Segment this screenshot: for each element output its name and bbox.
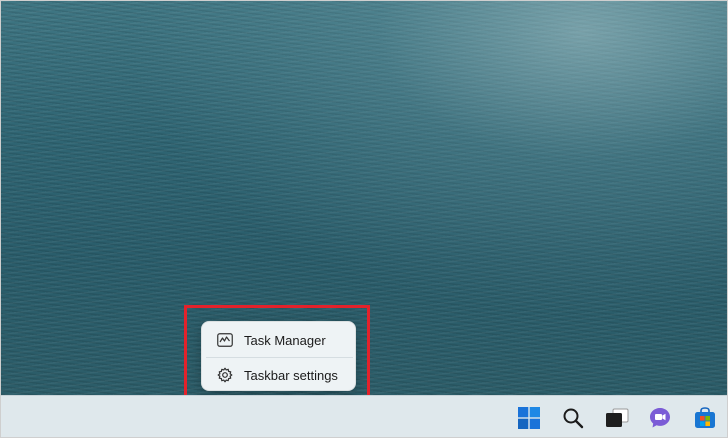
menu-divider: [206, 357, 353, 358]
task-view-icon[interactable]: [601, 402, 633, 434]
taskbar[interactable]: [1, 395, 727, 437]
task-manager-icon: [216, 331, 234, 349]
gear-icon: [216, 366, 234, 384]
taskbar-settings-menu-item[interactable]: Taskbar settings: [206, 360, 353, 390]
windows-start-icon[interactable]: [513, 402, 545, 434]
task-manager-menu-item[interactable]: Task Manager: [206, 325, 353, 355]
taskbar-settings-label: Taskbar settings: [244, 367, 338, 383]
desktop-wallpaper: [1, 1, 727, 395]
store-icon[interactable]: [689, 402, 721, 434]
search-icon[interactable]: [557, 402, 589, 434]
taskbar-context-menu: Task Manager Taskbar settings: [201, 321, 356, 391]
desktop-screen: Task Manager Taskbar settings: [0, 0, 728, 438]
task-manager-label: Task Manager: [244, 332, 326, 348]
chat-icon[interactable]: [644, 402, 676, 434]
